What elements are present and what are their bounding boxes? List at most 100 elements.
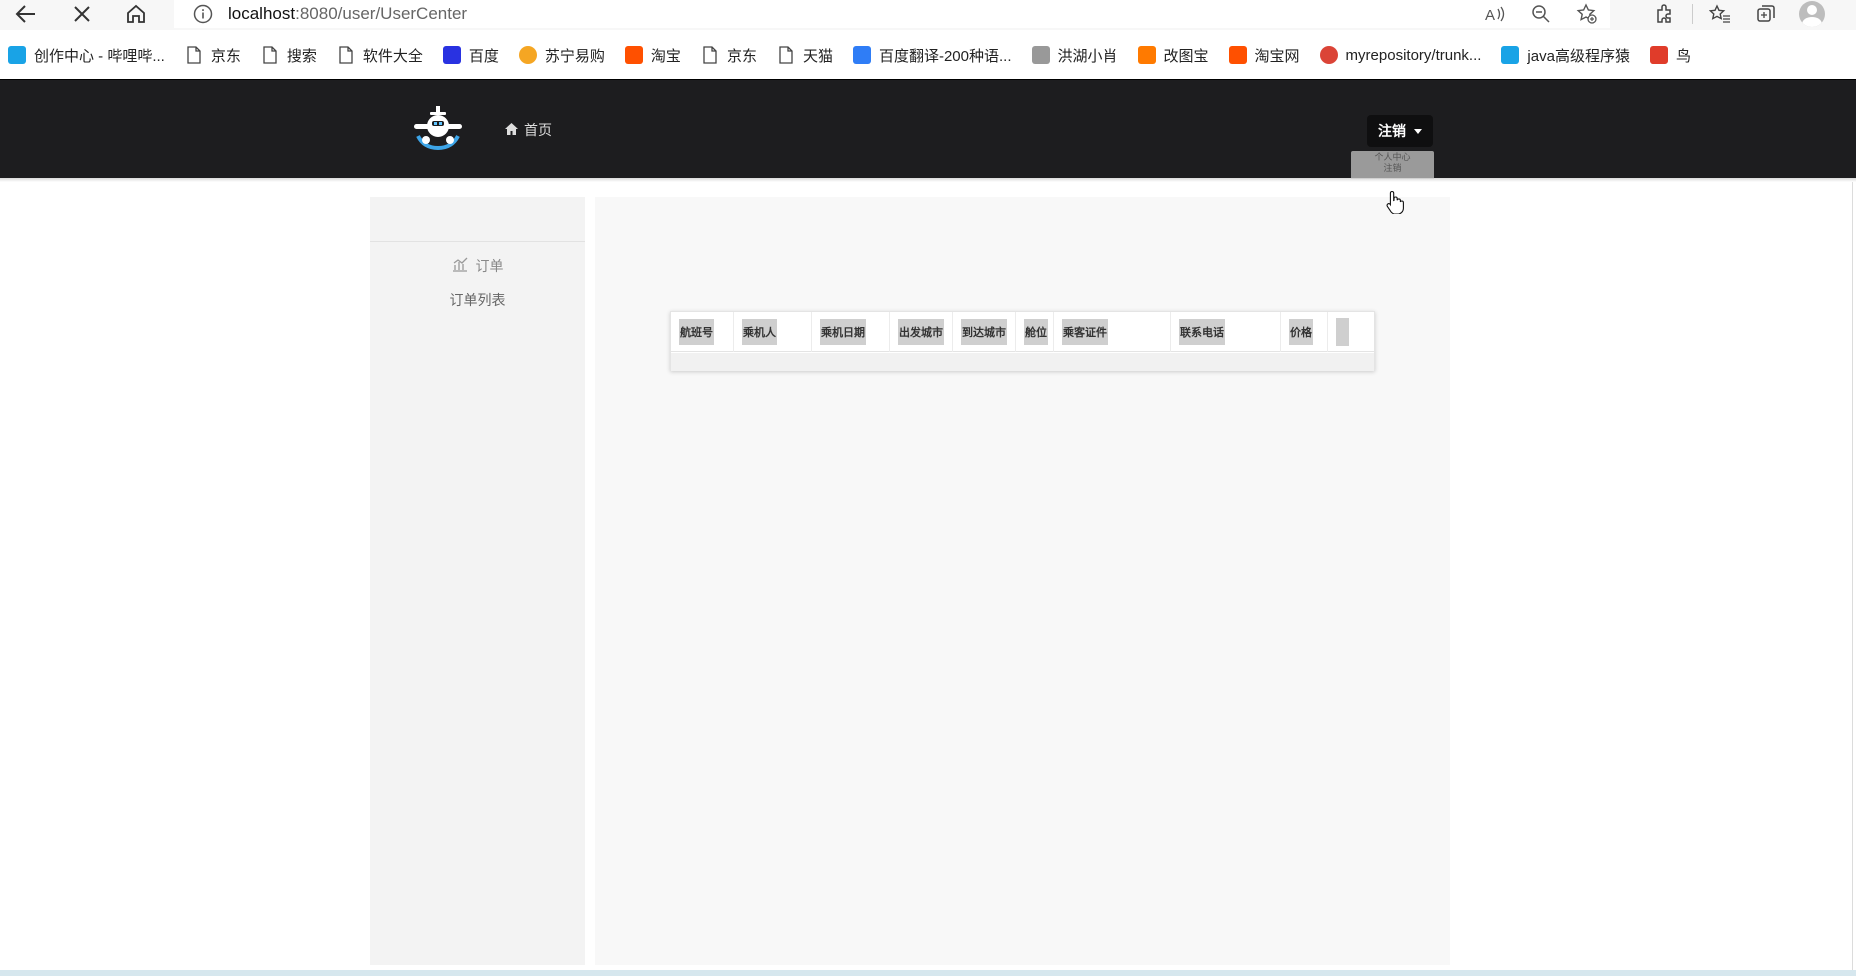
th-label: [1336, 318, 1349, 346]
th-actions[interactable]: [1328, 312, 1374, 352]
profile-icon[interactable]: [1789, 0, 1835, 28]
browser-toolbar: localhost:8080/user/UserCenter A: [0, 0, 1856, 30]
bookmark-label: 天猫: [802, 47, 833, 65]
bookmark-item[interactable]: 淘宝: [624, 45, 681, 66]
bookmark-item[interactable]: 苏宁易购: [518, 45, 605, 66]
sidebar-item-order-list[interactable]: 订单列表: [370, 281, 585, 319]
th-passenger[interactable]: 乘机人: [734, 312, 812, 352]
bookmark-item[interactable]: myrepository/trunk...: [1319, 46, 1482, 64]
th-phone[interactable]: 联系电话: [1171, 312, 1281, 352]
sidebar-group-label: 订单: [475, 259, 504, 275]
page-icon: [337, 46, 355, 64]
bookmark-item[interactable]: 洪湖小肖: [1031, 45, 1118, 66]
bookmark-label: 搜索: [286, 47, 317, 65]
bilibili-icon: [8, 46, 26, 64]
page-icon: [185, 46, 203, 64]
bookmark-item[interactable]: 淘宝网: [1228, 45, 1300, 66]
bookmark-label: 京东: [726, 47, 757, 65]
page-scrollbar-edge: [1852, 182, 1853, 970]
bookmark-item[interactable]: 百度: [442, 45, 499, 66]
bookmark-label: java高级程序猿: [1527, 47, 1630, 65]
home-icon[interactable]: [118, 0, 154, 28]
bookmark-item[interactable]: 鸟: [1649, 45, 1691, 66]
dropdown-item-logout[interactable]: 注销: [1351, 164, 1434, 175]
bookmark-item[interactable]: 软件大全: [337, 45, 423, 66]
url-text: localhost:8080/user/UserCenter: [228, 4, 467, 24]
bookmark-item[interactable]: 京东: [701, 45, 757, 66]
collections-icon[interactable]: [1743, 0, 1789, 28]
bookmark-label: 苏宁易购: [544, 47, 605, 65]
favorite-add-icon[interactable]: [1564, 0, 1610, 28]
th-label: 出发城市: [898, 319, 944, 345]
th-price[interactable]: 价格: [1281, 312, 1328, 352]
user-dropdown-menu: 个人中心 注销: [1351, 151, 1434, 179]
bookmark-label: 淘宝: [650, 47, 681, 65]
home-nav-label: 首页: [524, 123, 552, 139]
baidu-icon: [442, 46, 461, 64]
th-passenger-id[interactable]: 乘客证件: [1054, 312, 1171, 352]
chrome-icon: [1319, 46, 1338, 64]
th-label: 乘机人: [742, 319, 777, 345]
address-bar[interactable]: localhost:8080/user/UserCenter A: [174, 0, 1610, 28]
bilibili-icon: [1501, 46, 1520, 64]
favorites-icon[interactable]: [1697, 0, 1743, 28]
sidebar-group-orders[interactable]: 订单: [370, 251, 585, 281]
th-flight-date[interactable]: 乘机日期: [812, 312, 890, 352]
sidebar-header: [370, 197, 585, 242]
bookmark-label: 软件大全: [362, 47, 423, 65]
bookmark-item[interactable]: 天猫: [777, 45, 833, 66]
bookmark-label: 创作中心 - 哔哩哔...: [34, 47, 165, 65]
table-header-row: 航班号 乘机人 乘机日期 出发城市 到达城市 舱位 乘客证件 联系电话 价格: [671, 312, 1374, 352]
bookmark-item[interactable]: 创作中心 - 哔哩哔...: [8, 45, 165, 66]
toolbar-divider: [1692, 4, 1693, 24]
th-label: 航班号: [679, 319, 714, 345]
info-icon[interactable]: [192, 3, 214, 25]
zoom-out-icon[interactable]: [1518, 0, 1564, 28]
status-bar-strip: [0, 970, 1856, 976]
main-content: 航班号 乘机人 乘机日期 出发城市 到达城市 舱位 乘客证件 联系电话 价格: [595, 197, 1450, 965]
bookmark-label: 改图宝: [1163, 47, 1209, 65]
th-cabin[interactable]: 舱位: [1016, 312, 1054, 352]
th-departure-city[interactable]: 出发城市: [890, 312, 953, 352]
bird-red-icon: [1649, 46, 1668, 64]
bookmark-item[interactable]: 搜索: [261, 45, 317, 66]
read-aloud-icon[interactable]: A: [1472, 0, 1518, 28]
logout-dropdown-button[interactable]: 注销: [1367, 115, 1433, 147]
taobao-icon: [624, 46, 643, 64]
th-arrival-city[interactable]: 到达城市: [953, 312, 1016, 352]
url-path: :8080/user/UserCenter: [295, 4, 468, 23]
logout-label: 注销: [1378, 124, 1406, 140]
dropdown-item-user-center[interactable]: 个人中心: [1351, 153, 1434, 164]
bookmark-label: myrepository/trunk...: [1345, 46, 1482, 64]
home-icon: [505, 122, 518, 138]
page-icon: [701, 46, 719, 64]
airplane-logo-icon[interactable]: [412, 106, 464, 152]
bookmarks-bar: 创作中心 - 哔哩哔... 京东 搜索 软件大全 百度 苏宁易购 淘宝 京东 天猫 百度翻译-20…: [0, 40, 1856, 70]
url-host: localhost: [228, 4, 296, 23]
extensions-icon[interactable]: [1642, 0, 1688, 28]
caret-down-icon: [1414, 128, 1422, 134]
bookmark-item[interactable]: 改图宝: [1137, 45, 1209, 66]
th-label: 乘客证件: [1062, 319, 1108, 345]
suning-icon: [518, 46, 537, 64]
th-label: 乘机日期: [820, 319, 866, 345]
th-label: 价格: [1289, 319, 1313, 345]
back-icon[interactable]: [8, 0, 44, 28]
bookmark-item[interactable]: java高级程序猿: [1501, 45, 1630, 66]
sidebar: 订单 订单列表: [370, 197, 585, 965]
bookmark-label: 百度: [468, 47, 499, 65]
sidebar-item-label: 订单列表: [449, 293, 506, 309]
bookmark-label: 洪湖小肖: [1057, 47, 1118, 65]
bookmark-item[interactable]: 京东: [185, 45, 241, 66]
home-nav-link[interactable]: 首页: [505, 120, 552, 140]
th-flight-no[interactable]: 航班号: [671, 312, 734, 352]
close-icon[interactable]: [64, 0, 100, 28]
svg-text:A: A: [1485, 7, 1495, 24]
bookmark-label: 淘宝网: [1254, 47, 1300, 65]
gaitubao-icon: [1137, 46, 1156, 64]
hand-cursor-icon: [1386, 190, 1404, 215]
bookmark-item[interactable]: 百度翻译-200种语...: [852, 45, 1012, 66]
th-label: 联系电话: [1179, 319, 1225, 345]
bookmark-label: 京东: [210, 47, 241, 65]
bookmark-label: 鸟: [1675, 47, 1691, 65]
